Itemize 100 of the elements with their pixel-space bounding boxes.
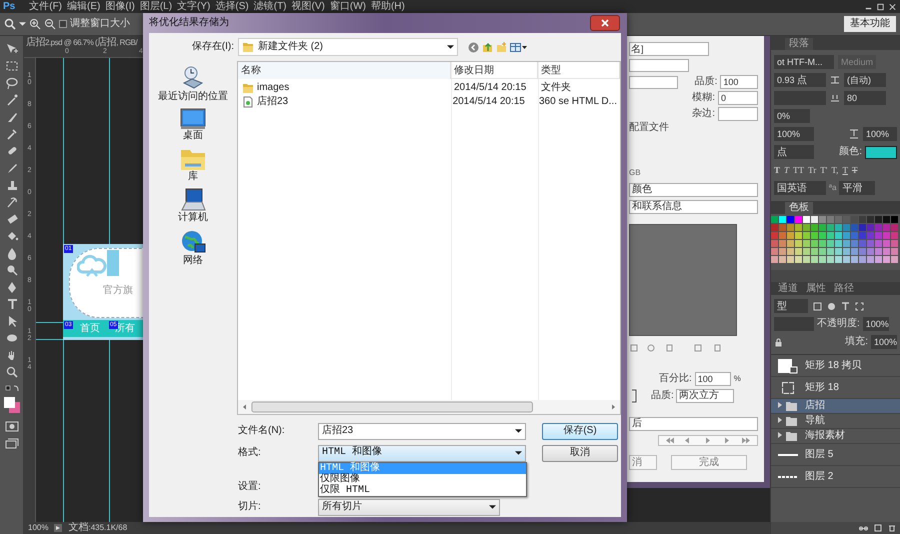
layer-row[interactable]: 店招 [771, 399, 900, 414]
panel-tab[interactable]: 通道 [775, 283, 801, 295]
dropdown-option[interactable]: 仅限 HTML [319, 485, 526, 496]
close-icon[interactable] [888, 2, 897, 10]
leading-field[interactable]: (自动) [844, 73, 886, 87]
panel-tab[interactable]: 段落 [785, 38, 813, 50]
swap-colors-icon[interactable] [4, 385, 18, 393]
text-color-swatch[interactable] [865, 146, 897, 158]
text-style-button[interactable]: Tr [808, 166, 816, 174]
file-row[interactable]: images 2014/5/14 20:15 文件夹 [238, 81, 620, 95]
color-dropdown[interactable]: 颜色 [629, 183, 758, 197]
image-filter-icon[interactable] [813, 302, 822, 310]
vertical-scale-field[interactable]: 100% [774, 127, 814, 141]
font-family-field[interactable]: ot HTF-M... [774, 55, 834, 69]
layer-row[interactable]: 导航 [771, 414, 900, 429]
lock-icon[interactable] [774, 338, 783, 346]
status-arrow-icon[interactable] [54, 524, 62, 532]
text-style-button[interactable]: T [784, 166, 790, 174]
quality-field[interactable]: 100 [720, 75, 758, 89]
matte-field[interactable] [718, 107, 758, 121]
column-header[interactable]: 修改日期 [451, 62, 538, 79]
computer-icon[interactable] [180, 188, 206, 212]
compression-dropdown[interactable] [629, 76, 678, 88]
text-style-button[interactable]: T [852, 166, 858, 174]
trash-icon[interactable] [888, 524, 896, 532]
text-style-button[interactable]: T' [820, 166, 828, 174]
layer-filter-dropdown[interactable]: 型 [774, 299, 808, 313]
place-item[interactable]: 计算机 [178, 188, 208, 223]
link-layers-icon[interactable] [859, 524, 868, 532]
zoom-tool-icon[interactable] [4, 365, 18, 379]
zoom-icon[interactable] [4, 18, 16, 30]
close-button[interactable] [590, 15, 620, 31]
format-dropdown[interactable]: HTML 和图像 [318, 444, 526, 462]
cancel-button[interactable]: 消 [629, 455, 657, 470]
panel-tab[interactable]: 色板 [785, 202, 813, 214]
text-style-button[interactable]: T, [831, 166, 838, 174]
restore-icon[interactable] [876, 2, 885, 10]
text-style-button[interactable]: T [842, 166, 848, 174]
place-item[interactable]: 库 [180, 147, 206, 182]
desktop-icon[interactable] [180, 108, 206, 130]
lasso-icon[interactable] [4, 76, 18, 90]
file-name-field[interactable]: 店招23 [318, 422, 526, 440]
checkbox[interactable] [59, 20, 67, 28]
text-style-button[interactable]: TT [793, 166, 804, 174]
menu-item[interactable]: 选择(S) [215, 2, 249, 12]
workspace-dropdown[interactable]: 基本功能 [844, 16, 896, 32]
wand-icon[interactable] [4, 93, 18, 107]
layer-row[interactable]: 海报素材 [771, 429, 900, 444]
menu-item[interactable]: 编辑(E) [67, 2, 100, 12]
fill-field[interactable]: 100% [871, 335, 897, 349]
panel-tab[interactable]: 路径 [831, 283, 857, 295]
file-row[interactable]: 店招23 2014/5/14 20:15 360 se HTML D... [238, 95, 620, 109]
anti-alias-field[interactable]: 平滑 [839, 181, 876, 195]
horizontal-scale-field[interactable]: 100% [863, 127, 897, 141]
format-dropdown[interactable] [629, 59, 689, 72]
menu-item[interactable]: 文字(Y) [177, 2, 210, 12]
menu-item[interactable]: 文件(F) [29, 2, 62, 12]
text-style-button[interactable]: T [774, 166, 780, 174]
metadata-dropdown[interactable]: 和联系信息 [629, 200, 758, 214]
column-header[interactable]: 名称 [238, 62, 451, 79]
language-field[interactable]: 国英语 [774, 181, 826, 195]
move-tool-icon[interactable] [4, 42, 18, 56]
opacity-field[interactable]: 100% [862, 317, 889, 331]
screen-mode-icon[interactable] [4, 438, 18, 449]
marquee-icon[interactable] [4, 59, 18, 73]
swatch-grid-drawing[interactable] [771, 216, 899, 264]
menu-item[interactable]: 帮助(H) [370, 2, 405, 12]
quick-mask-icon[interactable] [4, 421, 18, 432]
baseline-field[interactable]: 点 [774, 145, 814, 159]
color-swatches-icon[interactable] [2, 396, 20, 414]
panel-tab[interactable]: 属性 [803, 283, 829, 295]
globe-icon[interactable] [180, 229, 206, 255]
view-menu-icon[interactable] [510, 42, 528, 52]
percent-field[interactable]: 100 [694, 372, 731, 386]
type-filter-icon[interactable] [841, 302, 850, 310]
place-item[interactable]: 桌面 [180, 108, 206, 141]
adjust-filter-icon[interactable] [827, 302, 836, 310]
eyedropper-icon[interactable] [4, 127, 18, 141]
shape-filter-icon[interactable] [855, 302, 864, 310]
done-button[interactable]: 完成 [671, 455, 747, 470]
place-item[interactable]: 最近访问的位置 [158, 65, 228, 102]
eraser-icon[interactable] [4, 212, 18, 226]
menu-item[interactable]: 滤镜(T) [254, 2, 287, 12]
dropdown-option[interactable]: 仅限图像 [319, 474, 526, 485]
document-tab[interactable]: 店招2.psd @ 66.7% (店招, RGB/ [26, 37, 138, 48]
horizontal-scrollbar[interactable] [238, 400, 620, 414]
zoom-out-icon[interactable] [44, 18, 56, 30]
menu-item[interactable]: 窗口(W) [330, 2, 366, 12]
font-size-field[interactable]: 0.93 点 [774, 73, 826, 87]
menu-item[interactable]: 图层(L) [140, 2, 172, 12]
blur-field[interactable]: 0 [718, 91, 758, 105]
back-icon[interactable] [468, 42, 479, 52]
up-folder-icon[interactable] [482, 42, 493, 52]
slices-dropdown[interactable]: 所有切片 [318, 498, 500, 516]
menu-item[interactable]: 图像(I) [105, 2, 135, 12]
menu-item[interactable]: 视图(V) [292, 2, 325, 12]
folder-dropdown[interactable]: 新建文件夹 (2) [238, 38, 458, 56]
save-button[interactable]: 保存(S) [542, 422, 618, 440]
resample-dropdown[interactable]: 两次立方 [676, 389, 734, 403]
history-brush-icon[interactable] [4, 195, 18, 209]
